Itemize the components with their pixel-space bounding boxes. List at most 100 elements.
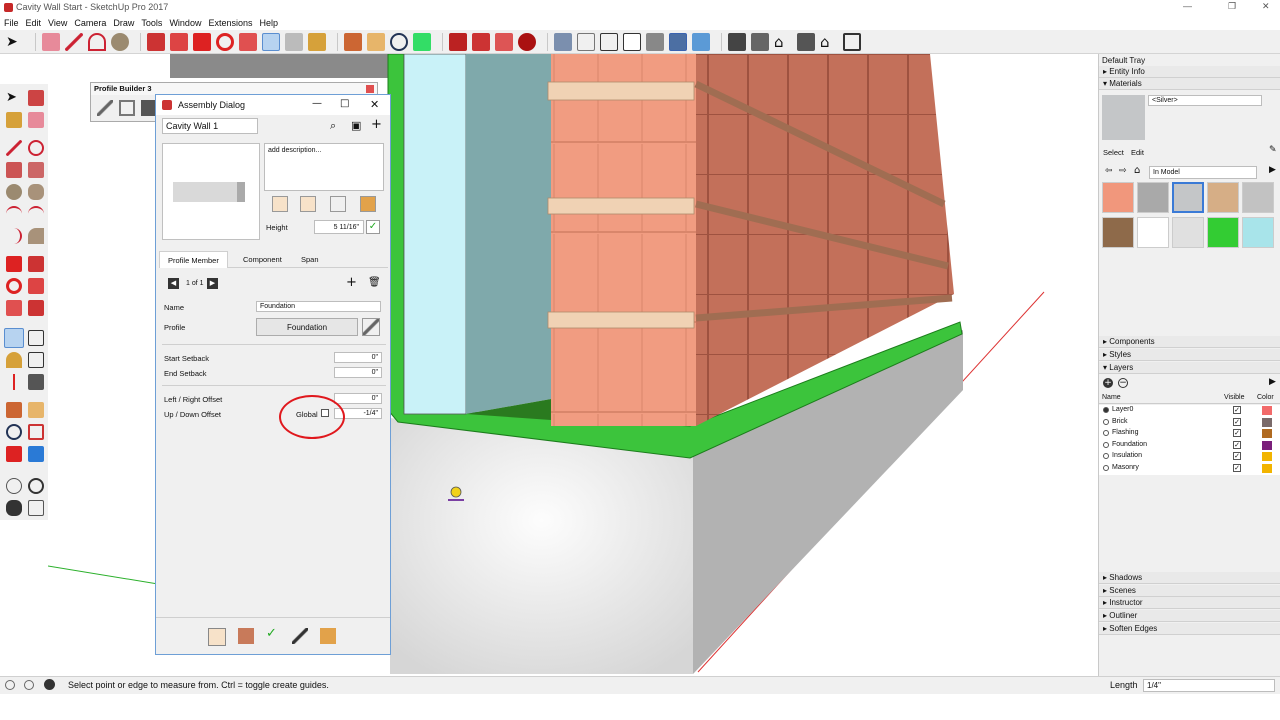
rotated-rectangle-icon[interactable] — [28, 162, 44, 178]
user-icon[interactable] — [44, 679, 55, 690]
material-library-select[interactable]: In Model — [1149, 166, 1257, 179]
menu-view[interactable]: View — [48, 18, 67, 28]
axes-icon[interactable] — [6, 374, 22, 390]
zoom-extents-icon[interactable] — [6, 446, 22, 462]
circle-icon[interactable] — [6, 184, 22, 200]
home-icon[interactable]: ⌂ — [1134, 165, 1140, 176]
back-arrow-icon[interactable]: ⇦ — [1105, 166, 1113, 176]
align-right-icon[interactable] — [360, 196, 376, 212]
follow-me-icon[interactable] — [170, 32, 188, 51]
layer-active-radio[interactable] — [1103, 464, 1109, 471]
prev-member-button[interactable]: ◀ — [168, 278, 179, 289]
dialog-minimize-icon[interactable]: — — [312, 98, 322, 109]
align-corner-icon[interactable] — [330, 196, 346, 212]
push-pull-icon[interactable] — [28, 256, 44, 272]
rectangle-icon[interactable] — [6, 162, 22, 178]
menu-extensions[interactable]: Extensions — [208, 18, 252, 28]
orbit-icon[interactable] — [344, 32, 362, 51]
add-icon[interactable]: + — [371, 117, 382, 132]
wireframe-icon[interactable] — [600, 32, 618, 51]
tape-measure-icon[interactable] — [4, 328, 24, 348]
edit-profile-pencil-icon[interactable] — [362, 318, 380, 336]
delete-member-icon[interactable]: 🗑 — [368, 277, 381, 288]
look-around-icon[interactable] — [28, 478, 44, 494]
assembly-dialog-titlebar[interactable]: Assembly Dialog — □ ✕ — [156, 95, 390, 115]
layer-active-radio[interactable] — [1103, 418, 1109, 425]
layer-name-column[interactable]: Name — [1102, 394, 1121, 401]
ruby-icon[interactable] — [518, 32, 536, 51]
material-swatch[interactable] — [1172, 182, 1204, 213]
pb-pencil-icon[interactable] — [97, 100, 113, 116]
layer-color-swatch[interactable] — [1262, 429, 1272, 438]
zoom-icon[interactable] — [6, 424, 22, 440]
eraser-icon[interactable] — [28, 112, 44, 128]
select-tool-icon[interactable]: ➤ — [6, 33, 24, 51]
layer-color-swatch[interactable] — [1262, 452, 1272, 461]
layer-color-swatch[interactable] — [1262, 440, 1272, 450]
text-tool-icon[interactable] — [28, 352, 44, 368]
layer-visible-column[interactable]: Visible — [1224, 394, 1245, 401]
materials-panel-header[interactable]: ▾ Materials — [1099, 78, 1280, 90]
height-field[interactable]: 5 11/16" — [314, 220, 364, 234]
edit-tab[interactable]: Edit — [1131, 148, 1144, 157]
description-field[interactable]: add description... — [264, 143, 384, 191]
eraser-icon[interactable] — [42, 32, 60, 51]
two-point-arc-icon[interactable] — [28, 206, 44, 222]
monochrome-icon[interactable] — [692, 32, 710, 51]
paint-bucket-icon[interactable] — [6, 112, 22, 128]
profile-select-button[interactable]: Foundation — [256, 318, 358, 336]
search-icon[interactable]: ⌕ — [330, 119, 336, 133]
footer-check-icon[interactable]: ✓ — [266, 626, 277, 641]
section-plane-icon[interactable] — [28, 500, 44, 516]
previous-view-icon[interactable] — [28, 446, 44, 462]
footer-export-icon[interactable] — [320, 628, 336, 644]
eyedropper-icon[interactable]: ✎ — [1269, 145, 1277, 155]
layer-color-column[interactable]: Color — [1257, 394, 1274, 401]
zoom-icon[interactable] — [390, 32, 408, 51]
follow-me-icon[interactable] — [28, 278, 44, 294]
align-left-icon[interactable] — [272, 196, 288, 212]
back-edges-icon[interactable] — [577, 32, 595, 51]
tray-panel-header[interactable]: ▸ Instructor — [1099, 597, 1280, 610]
share-model-icon[interactable] — [472, 32, 490, 51]
layer-visible-checkbox[interactable]: ✓ — [1233, 406, 1241, 414]
height-apply-icon[interactable]: ✓ — [366, 220, 380, 234]
make-component-icon[interactable] — [28, 90, 44, 106]
select-tab[interactable]: Select — [1103, 148, 1124, 157]
pie-icon[interactable] — [28, 228, 44, 244]
dialog-maximize-icon[interactable]: □ — [340, 98, 349, 109]
minimize-button[interactable]: — — [1183, 1, 1192, 11]
material-swatch[interactable] — [1137, 182, 1169, 213]
layer-row[interactable]: Masonry ✓ — [1099, 463, 1280, 474]
pan-icon[interactable] — [28, 402, 44, 418]
arc-tool-icon[interactable] — [6, 206, 22, 222]
text-tool-icon[interactable] — [285, 32, 303, 51]
dialog-close-icon[interactable]: ✕ — [370, 98, 379, 111]
menu-camera[interactable]: Camera — [74, 18, 106, 28]
layer-visible-checkbox[interactable]: ✓ — [1233, 452, 1241, 460]
arc-tool-icon[interactable] — [88, 32, 106, 51]
member-name-field[interactable]: Foundation — [256, 301, 381, 312]
paint-bucket-icon[interactable] — [308, 32, 326, 51]
menu-tools[interactable]: Tools — [141, 18, 162, 28]
pan-icon[interactable] — [367, 32, 385, 51]
scale-tool-icon[interactable] — [239, 32, 257, 51]
layer-color-swatch[interactable] — [1262, 463, 1272, 473]
material-swatch[interactable] — [1207, 217, 1239, 248]
material-swatch[interactable] — [1242, 182, 1274, 213]
polygon-icon[interactable] — [28, 184, 44, 200]
layer-color-swatch[interactable] — [1262, 417, 1272, 427]
scale-tool-icon[interactable] — [6, 300, 22, 316]
material-swatch[interactable] — [1207, 182, 1239, 213]
material-swatch[interactable] — [1137, 217, 1169, 248]
menu-help[interactable]: Help — [259, 18, 278, 28]
measurements-box[interactable]: 1/4" — [1143, 679, 1275, 692]
front-view-icon[interactable]: ⌂ — [774, 33, 792, 51]
footer-stamp-icon[interactable] — [238, 628, 254, 644]
push-pull-icon[interactable] — [147, 32, 165, 51]
pb-profile-icon[interactable] — [119, 100, 135, 116]
zoom-window-icon[interactable] — [28, 424, 44, 440]
profile-builder-close-icon[interactable] — [366, 85, 374, 93]
styles-panel-header[interactable]: ▸ Styles — [1099, 349, 1280, 361]
extension-warehouse-icon[interactable] — [495, 32, 513, 51]
